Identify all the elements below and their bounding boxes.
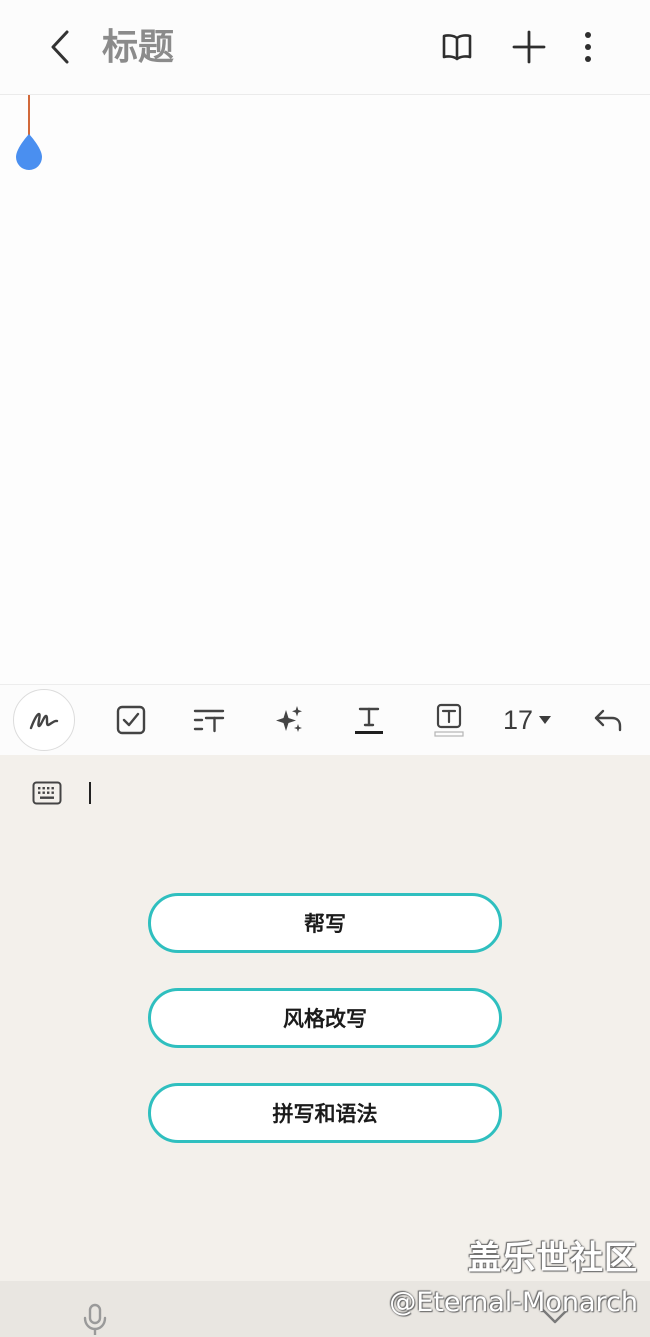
handwriting-button[interactable]: [13, 689, 75, 751]
ai-writing-panel: 帮写 风格改写 拼写和语法: [0, 755, 650, 1281]
chevron-left-icon: [51, 30, 69, 64]
book-open-icon: [442, 34, 472, 61]
handwriting-pen-icon: [29, 712, 59, 730]
caret-down-icon: [539, 716, 551, 724]
page-title[interactable]: 标题: [102, 22, 174, 74]
keyboard-toggle-button[interactable]: [30, 777, 64, 809]
add-button[interactable]: [508, 26, 550, 68]
reading-mode-button[interactable]: [436, 26, 478, 68]
back-button[interactable]: [38, 24, 82, 70]
text-background-button[interactable]: [428, 699, 470, 741]
spelling-grammar-button[interactable]: 拼写和语法: [148, 1083, 502, 1143]
more-options-button[interactable]: [572, 26, 604, 68]
microphone-icon: [83, 1303, 107, 1335]
style-rewrite-button[interactable]: 风格改写: [148, 988, 502, 1048]
plus-icon: [512, 30, 546, 64]
community-watermark: 盖乐世社区: [468, 1238, 638, 1277]
author-watermark: @Eternal-Monarch: [389, 1287, 638, 1318]
checkbox-icon: [116, 705, 146, 735]
font-size-value: 17: [503, 705, 534, 735]
voice-input-button[interactable]: [78, 1301, 112, 1337]
text-color-icon: [355, 707, 383, 734]
checklist-button[interactable]: [110, 699, 152, 741]
more-vertical-icon: [585, 32, 591, 62]
help-write-button[interactable]: 帮写: [148, 893, 502, 953]
text-style-button[interactable]: [188, 699, 230, 741]
ai-sparkle-icon: [276, 706, 302, 732]
app-header: 标题: [0, 0, 650, 95]
input-cursor: [89, 782, 91, 804]
note-editor[interactable]: [0, 95, 650, 684]
undo-icon: [594, 709, 622, 732]
text-background-icon: [434, 703, 464, 737]
text-style-icon: [193, 709, 225, 733]
format-toolbar: 17: [0, 684, 650, 755]
cursor-handle-icon[interactable]: [14, 133, 44, 171]
text-color-button[interactable]: [348, 699, 390, 741]
keyboard-icon: [32, 781, 62, 805]
undo-button[interactable]: [588, 699, 628, 741]
ai-assist-button[interactable]: [268, 699, 310, 741]
text-cursor: [28, 95, 30, 137]
